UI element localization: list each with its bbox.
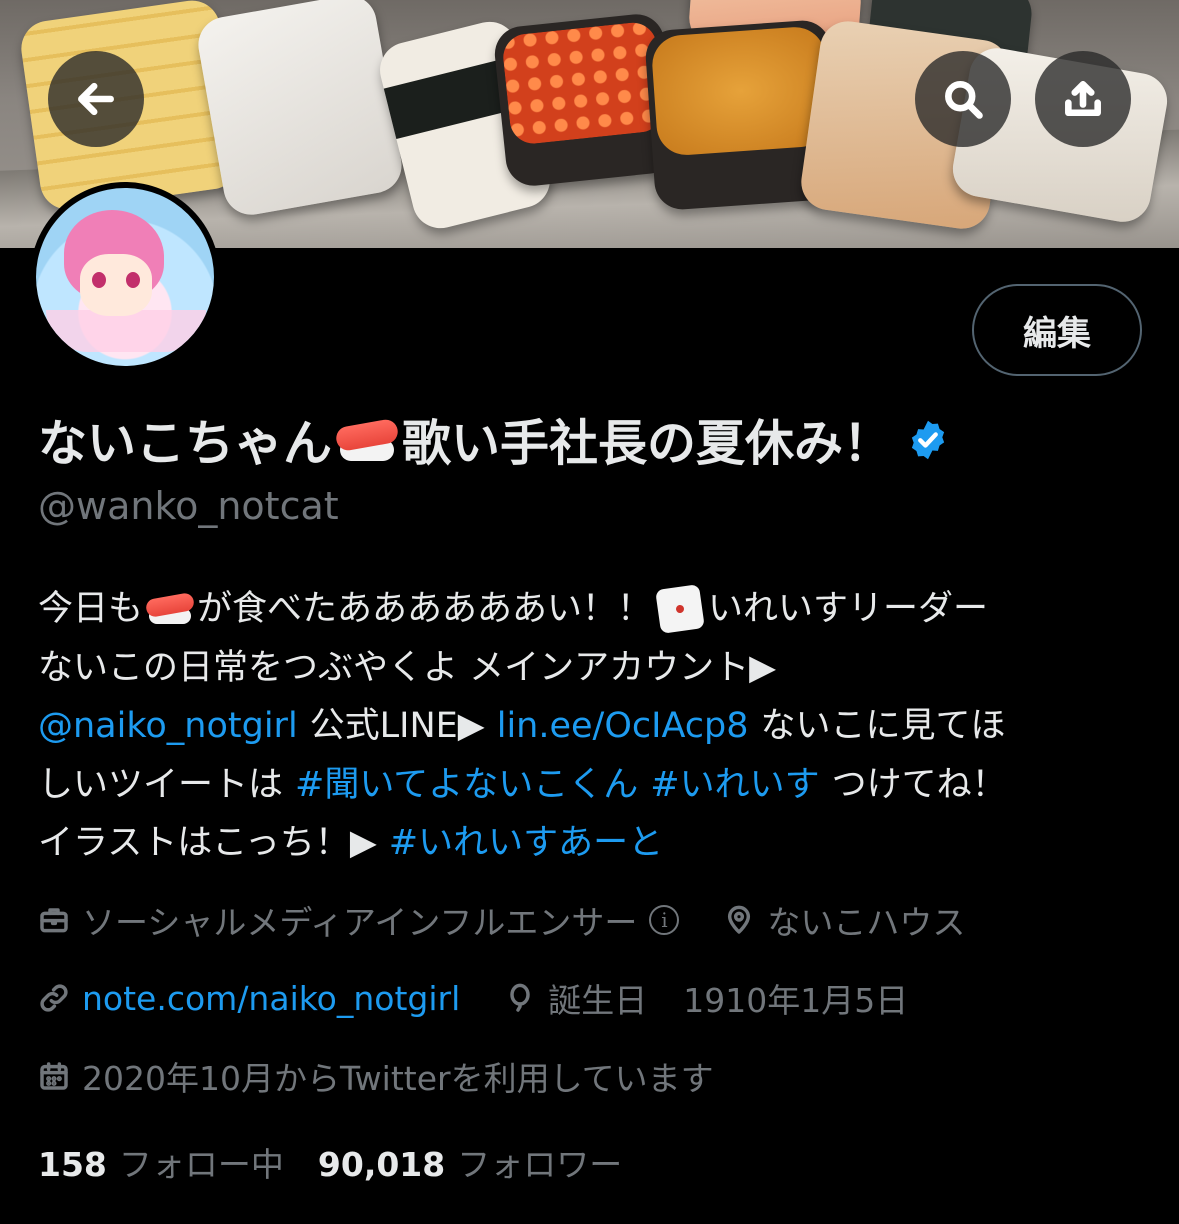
- bio-text: 公式LINE▶: [309, 706, 485, 746]
- balloon-icon: [510, 983, 530, 1012]
- bio-line: 今日も が食べたああああああい！！ いれいすリーダー: [38, 580, 1148, 639]
- followers-count: 90,018: [317, 1145, 446, 1184]
- bio-line: イラストはこっち！▶ #いれいすあーと: [38, 814, 1148, 873]
- briefcase-icon: [40, 908, 68, 933]
- share-button[interactable]: [1035, 51, 1131, 147]
- following-link[interactable]: 158 フォロー中: [38, 1138, 284, 1186]
- bio-text: ないこに見てほ: [760, 706, 1006, 746]
- handle: @wanko_notcat: [38, 484, 339, 528]
- sushi-icon: [334, 417, 400, 463]
- bio-text: ないこの日常をつぶやくよ メインアカウント▶: [38, 647, 777, 688]
- website-link[interactable]: note.com/naiko_notgirl: [82, 979, 460, 1018]
- display-name: ないこちゃん 歌い手社長の夏休み！: [38, 404, 950, 475]
- professional-category: ソーシャルメディアインフルエンサー: [82, 903, 638, 942]
- bio-line: @naiko_notgirl 公式LINE▶ lin.ee/OcIAcp8 ない…: [38, 697, 1148, 756]
- dice-icon: [655, 584, 705, 635]
- hashtag-link[interactable]: #聞いてよないこくん: [295, 756, 638, 815]
- arrow-left-icon: [78, 82, 114, 116]
- search-icon: [945, 81, 983, 119]
- share-icon: [1065, 81, 1101, 117]
- bio-text: イラストはこっち！▶: [38, 823, 377, 863]
- profile-meta-row: ソーシャルメディアインフルエンサー i ないこハウス: [38, 896, 965, 944]
- back-button[interactable]: [48, 51, 144, 147]
- profile-meta-row: note.com/naiko_notgirl 誕生日 1910年1月5日: [38, 974, 908, 1022]
- verified-badge-icon[interactable]: [906, 418, 950, 462]
- following-count: 158: [38, 1145, 107, 1184]
- link-icon: [40, 984, 68, 1012]
- joined-date: 2020年10月からTwitterを利用しています: [82, 1059, 714, 1098]
- display-name-part1: ないこちゃん: [38, 415, 333, 472]
- calendar-icon: [40, 1062, 68, 1090]
- line-link[interactable]: lin.ee/OcIAcp8: [497, 697, 749, 756]
- sushi-icon: [144, 592, 196, 626]
- mention-link[interactable]: @naiko_notgirl: [38, 697, 298, 756]
- bio-text: しいツイートは: [38, 764, 284, 805]
- hashtag-link[interactable]: #いれいすあーと: [389, 814, 663, 873]
- avatar[interactable]: [30, 182, 220, 372]
- display-name-part2: 歌い手社長の夏休み！: [402, 415, 893, 472]
- follow-stats: 158 フォロー中 90,018 フォロワー: [38, 1138, 622, 1186]
- bio-text: 今日も: [38, 589, 144, 629]
- edit-profile-button[interactable]: 編集: [972, 284, 1142, 376]
- info-icon[interactable]: i: [649, 905, 680, 935]
- bio-line: しいツイートは #聞いてよないこくん #いれいす つけてね！: [38, 756, 1148, 815]
- location: ないこハウス: [767, 903, 966, 942]
- search-button[interactable]: [915, 51, 1011, 147]
- following-label: フォロー中: [118, 1145, 284, 1184]
- bio-text: が食べたああああああい！！: [197, 589, 653, 629]
- banner-sushi: [194, 0, 406, 220]
- bio-line: ないこの日常をつぶやくよ メインアカウント▶: [38, 639, 1148, 698]
- followers-label: フォロワー: [457, 1145, 623, 1184]
- followers-link[interactable]: 90,018 フォロワー: [318, 1138, 622, 1186]
- bio-text: つけてね！: [831, 764, 1007, 805]
- bio-text: いれいすリーダー: [708, 589, 989, 629]
- birthday-label: 誕生日: [548, 981, 648, 1020]
- avatar-image: [36, 188, 214, 366]
- hashtag-link[interactable]: #いれいす: [650, 756, 819, 815]
- birthday-value: 1910年1月5日: [683, 981, 909, 1020]
- bio: 今日も が食べたああああああい！！ いれいすリーダー ないこの日常をつぶやくよ …: [38, 580, 1148, 873]
- location-pin-icon: [728, 905, 751, 934]
- profile-meta-row: 2020年10月からTwitterを利用しています: [38, 1052, 714, 1100]
